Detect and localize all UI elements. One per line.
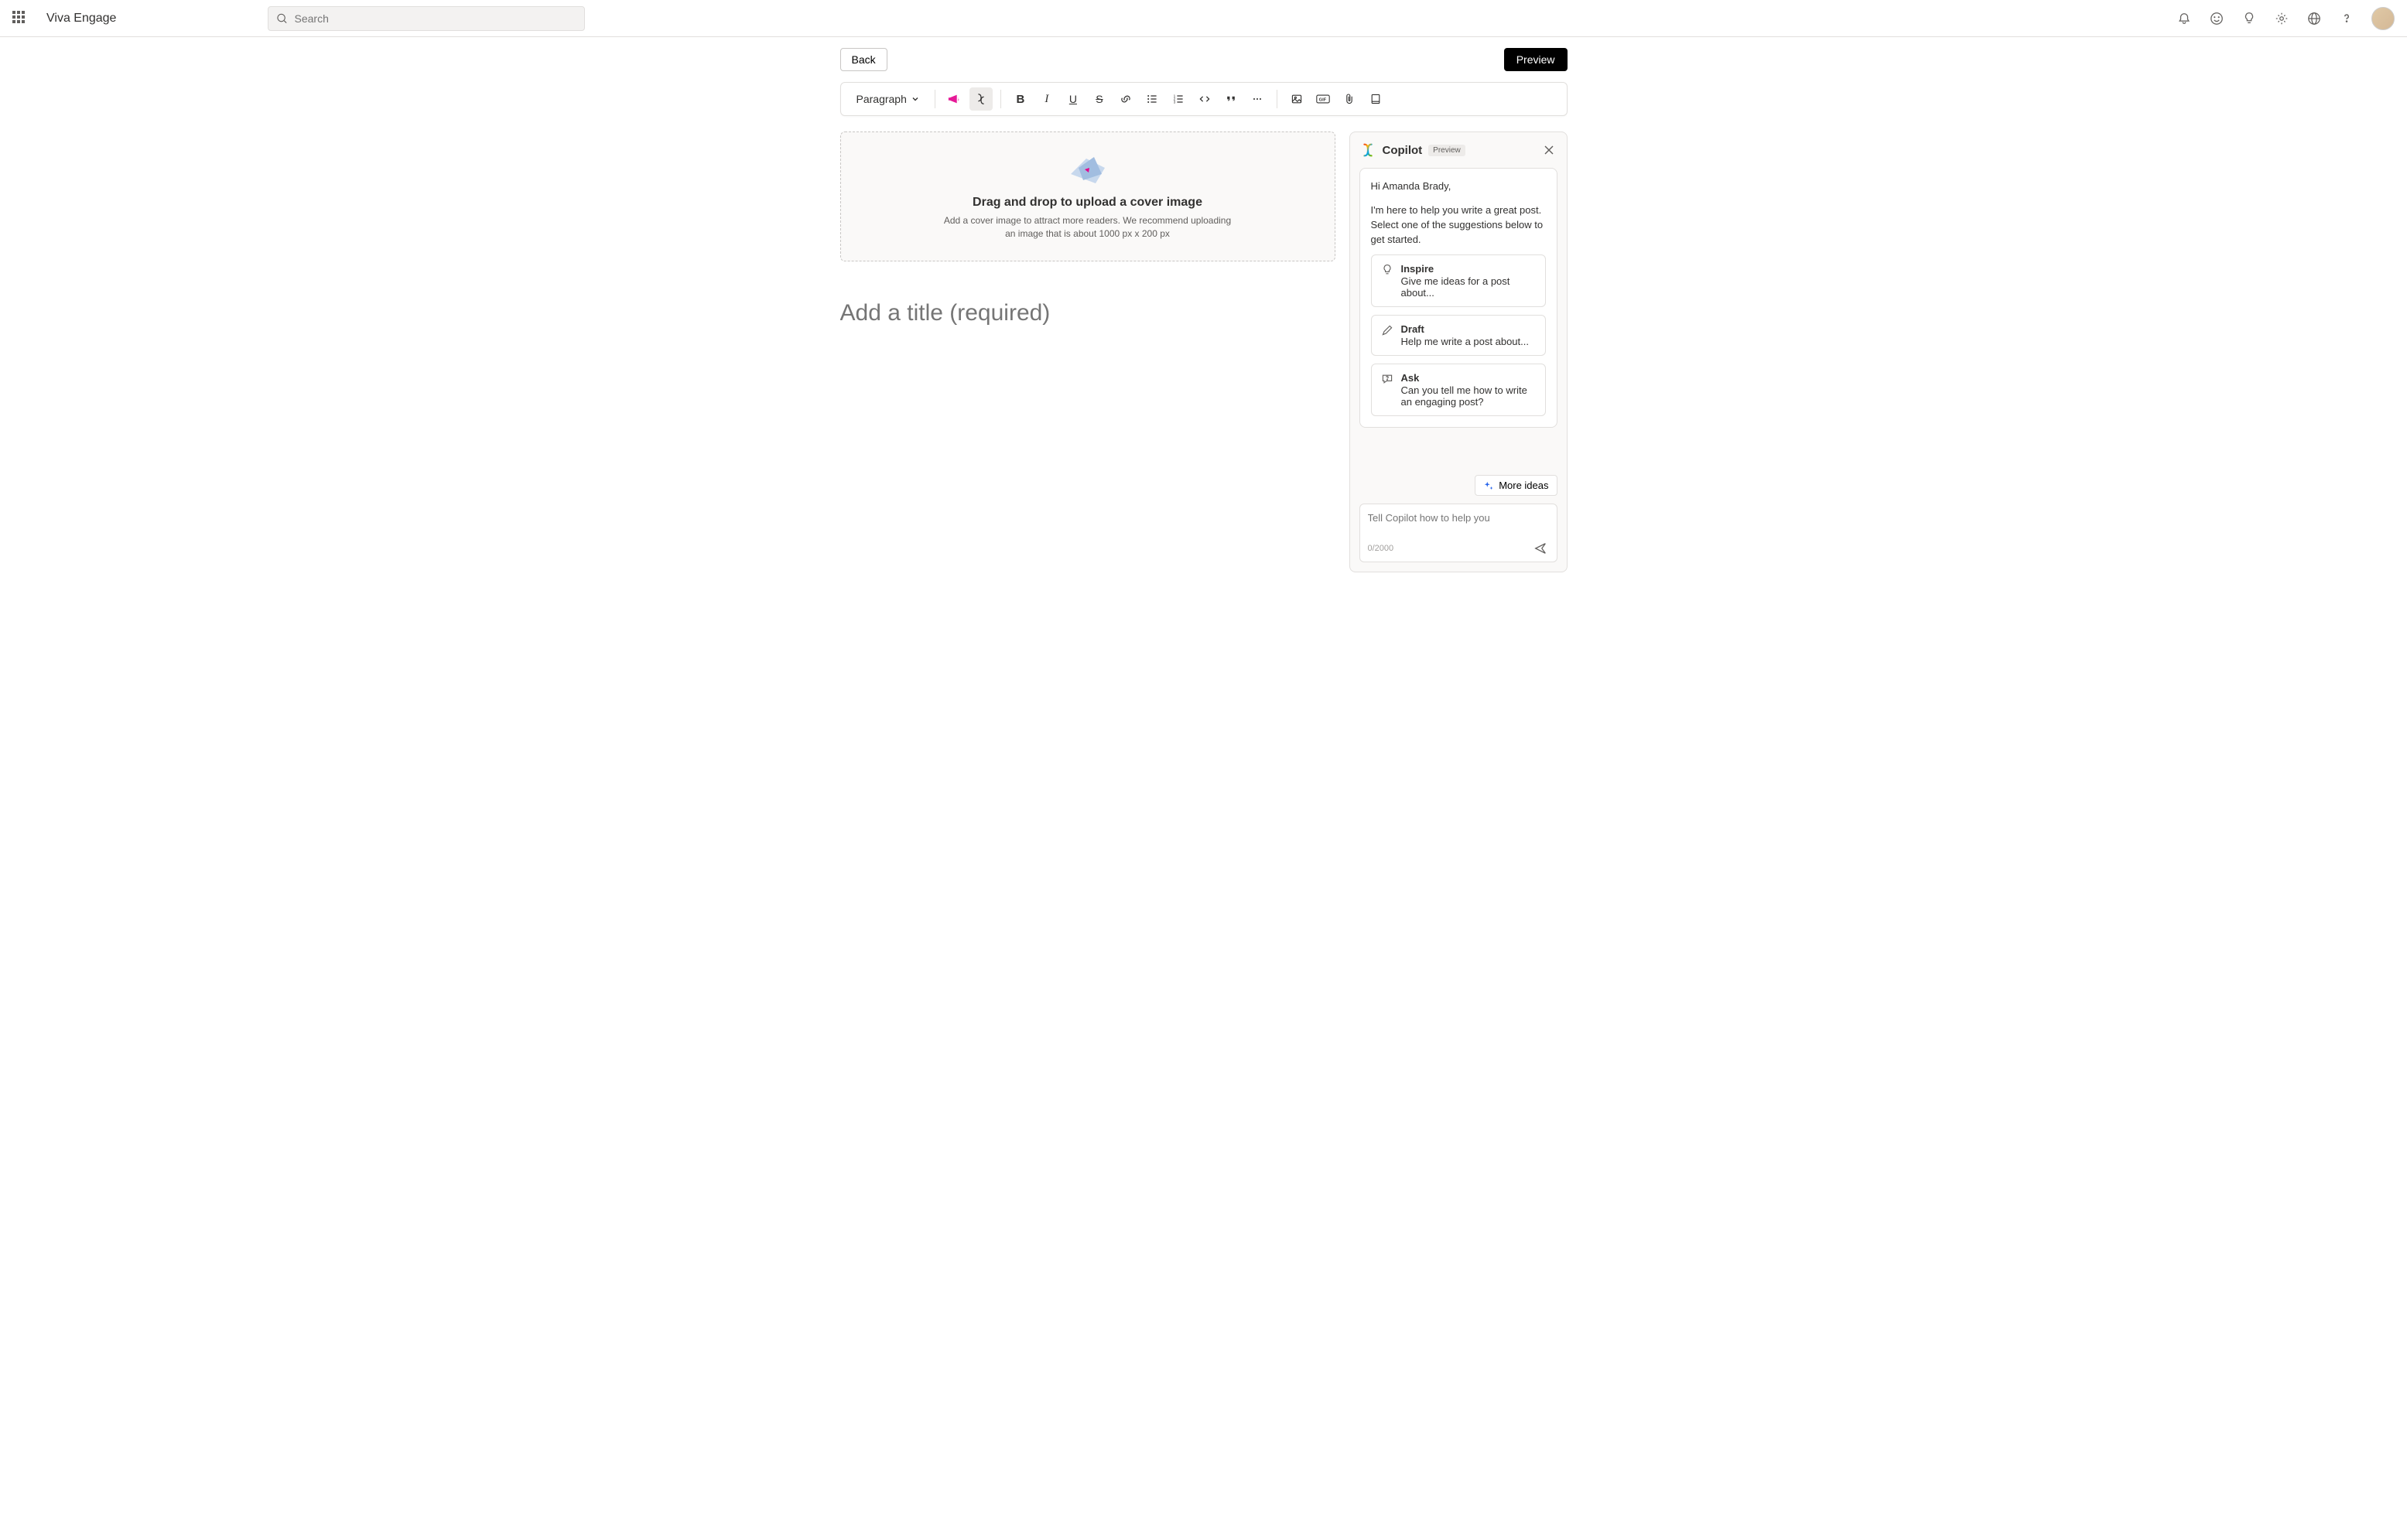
- help-icon[interactable]: [2339, 11, 2354, 26]
- link-button[interactable]: [1114, 87, 1137, 111]
- italic-button[interactable]: I: [1035, 87, 1058, 111]
- copilot-intro-card: Hi Amanda Brady, I'm here to help you wr…: [1359, 168, 1557, 428]
- svg-text:3: 3: [1173, 101, 1175, 105]
- numbered-list-button[interactable]: 123: [1167, 87, 1190, 111]
- announce-icon[interactable]: [943, 87, 966, 111]
- cover-image-dropzone[interactable]: Drag and drop to upload a cover image Ad…: [840, 131, 1335, 261]
- copilot-logo-icon: [1359, 142, 1376, 159]
- globe-icon[interactable]: [2306, 11, 2322, 26]
- copilot-intro: I'm here to help you write a great post.…: [1371, 203, 1546, 248]
- copilot-toolbar-button[interactable]: [969, 87, 993, 111]
- content-wrap: Back Preview Paragraph B I U S: [825, 37, 1583, 572]
- paragraph-style-dropdown[interactable]: Paragraph: [849, 88, 927, 110]
- suggestion-inspire[interactable]: Inspire Give me ideas for a post about..…: [1371, 254, 1546, 307]
- suggestion-ask[interactable]: Ask Can you tell me how to write an enga…: [1371, 364, 1546, 416]
- preview-button[interactable]: Preview: [1504, 48, 1568, 71]
- char-count: 0/2000: [1368, 544, 1394, 553]
- underline-button[interactable]: U: [1062, 87, 1085, 111]
- book-button[interactable]: [1364, 87, 1387, 111]
- suggestion-label: Draft: [1401, 323, 1529, 335]
- code-button[interactable]: [1193, 87, 1216, 111]
- suggestion-sub: Give me ideas for a post about...: [1401, 275, 1536, 299]
- paragraph-style-label: Paragraph: [856, 93, 907, 105]
- main-row: Drag and drop to upload a cover image Ad…: [840, 131, 1568, 572]
- topbar-actions: [2176, 7, 2395, 30]
- image-button[interactable]: [1285, 87, 1308, 111]
- sparkle-icon: [1483, 480, 1494, 491]
- pencil-icon: [1381, 324, 1393, 347]
- more-ideas-row: More ideas: [1359, 466, 1557, 496]
- gear-icon[interactable]: [2274, 11, 2289, 26]
- close-icon[interactable]: [1540, 142, 1557, 159]
- topbar: Viva Engage: [0, 0, 2407, 37]
- bullet-list-button[interactable]: [1140, 87, 1164, 111]
- editor-column: Drag and drop to upload a cover image Ad…: [840, 131, 1335, 326]
- preview-badge: Preview: [1428, 145, 1465, 156]
- notifications-icon[interactable]: [2176, 11, 2192, 26]
- copilot-header: Copilot Preview: [1359, 142, 1557, 159]
- send-icon[interactable]: [1532, 540, 1549, 557]
- search-input-wrapper[interactable]: [268, 6, 585, 31]
- strikethrough-button[interactable]: S: [1088, 87, 1111, 111]
- svg-text:GIF: GIF: [1319, 97, 1327, 102]
- more-ideas-button[interactable]: More ideas: [1475, 475, 1557, 496]
- subbar: Back Preview: [840, 37, 1568, 82]
- dropzone-illustration-icon: [856, 152, 1319, 188]
- suggestion-sub: Can you tell me how to write an engaging…: [1401, 384, 1536, 408]
- copilot-input[interactable]: [1368, 512, 1549, 524]
- bold-button[interactable]: B: [1009, 87, 1032, 111]
- editor-toolbar: Paragraph B I U S 123: [840, 82, 1568, 116]
- search-icon: [276, 12, 288, 25]
- search-input[interactable]: [295, 12, 577, 25]
- gif-button[interactable]: GIF: [1311, 87, 1335, 111]
- title-input[interactable]: [840, 300, 1335, 326]
- app-root: Viva Engage: [0, 0, 2407, 1540]
- lightbulb-icon[interactable]: [2241, 11, 2257, 26]
- dropzone-heading: Drag and drop to upload a cover image: [856, 196, 1319, 210]
- back-button[interactable]: Back: [840, 48, 887, 71]
- more-ideas-label: More ideas: [1499, 480, 1548, 491]
- quote-button[interactable]: [1219, 87, 1243, 111]
- more-button[interactable]: [1246, 87, 1269, 111]
- brand-label: Viva Engage: [46, 12, 116, 26]
- suggestion-label: Ask: [1401, 372, 1536, 384]
- lightbulb-icon: [1381, 264, 1393, 299]
- copilot-title: Copilot: [1383, 144, 1423, 157]
- app-launcher-icon[interactable]: [12, 11, 28, 26]
- suggestion-label: Inspire: [1401, 263, 1536, 275]
- dropzone-subtext: Add a cover image to attract more reader…: [941, 214, 1235, 241]
- copilot-panel: Copilot Preview Hi Amanda Brady, I'm her…: [1349, 131, 1568, 572]
- suggestion-draft[interactable]: Draft Help me write a post about...: [1371, 315, 1546, 356]
- search-container: [268, 6, 585, 31]
- suggestion-sub: Help me write a post about...: [1401, 336, 1529, 347]
- attachment-button[interactable]: [1338, 87, 1361, 111]
- chevron-down-icon: [911, 95, 919, 103]
- emoji-icon[interactable]: [2209, 11, 2224, 26]
- chat-question-icon: [1381, 373, 1393, 408]
- avatar[interactable]: [2371, 7, 2395, 30]
- copilot-greeting: Hi Amanda Brady,: [1371, 179, 1546, 194]
- copilot-input-wrap: 0/2000: [1359, 504, 1557, 562]
